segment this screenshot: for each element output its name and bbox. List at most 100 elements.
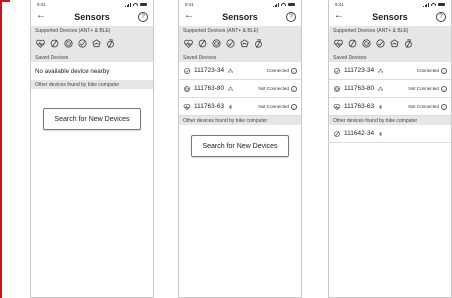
saved-devices-header: Saved Devices bbox=[31, 54, 153, 62]
other-devices-header: Other devices found by bike computer bbox=[31, 80, 153, 89]
page-title: Sensors bbox=[74, 12, 110, 22]
power-meter-icon bbox=[390, 39, 399, 48]
info-icon[interactable]: i bbox=[291, 67, 297, 74]
device-name: 111723-34 bbox=[344, 67, 375, 74]
smart-trainer-icon bbox=[107, 39, 114, 49]
supported-device-icons bbox=[31, 35, 153, 54]
heart-rate-icon bbox=[334, 39, 343, 48]
info-icon[interactable]: i bbox=[441, 103, 447, 110]
speed-cadence-sensor-icon bbox=[334, 67, 340, 74]
device-name: 111642-34 bbox=[344, 130, 375, 137]
connection-status: Connected bbox=[416, 68, 439, 73]
supported-devices-header: Supported Devices (ANT+ & BLE) bbox=[31, 26, 153, 35]
device-row[interactable]: 111642-34 bbox=[329, 125, 451, 143]
other-devices-header: Other devices found by bike computer bbox=[179, 116, 301, 125]
status-time: 9:41 bbox=[185, 2, 194, 7]
other-devices-header: Other devices found by bike computer bbox=[329, 116, 451, 125]
device-row[interactable]: 111723-34 Connected i bbox=[179, 62, 301, 80]
other-device-list: 111642-34 bbox=[329, 125, 451, 143]
nav-bar: ← Sensors ? bbox=[329, 9, 451, 25]
saved-device-list: 111723-34 Connected i 111763-80 Not Connecte… bbox=[329, 62, 451, 116]
heart-rate-icon bbox=[184, 39, 193, 48]
phone-screen-empty: 9:41 ← Sensors ? Supported Devices (ANT+… bbox=[30, 0, 154, 298]
connection-status: Not Connected bbox=[258, 104, 289, 109]
status-icons bbox=[125, 2, 147, 7]
bluetooth-icon bbox=[228, 104, 233, 109]
speed-sensor-icon bbox=[50, 39, 59, 48]
battery-icon bbox=[288, 2, 295, 7]
speed-cadence-sensor-icon bbox=[184, 67, 190, 74]
wifi-icon bbox=[431, 3, 436, 6]
heart-rate-icon bbox=[333, 103, 341, 110]
connection-status: Connected bbox=[266, 68, 289, 73]
signal-icon bbox=[273, 2, 279, 7]
speed-sensor-icon bbox=[334, 130, 340, 137]
device-row[interactable]: 111763-63 Not Connected i bbox=[179, 98, 301, 116]
info-icon[interactable]: i bbox=[441, 67, 447, 74]
supported-devices-header: Supported Devices (ANT+ & BLE) bbox=[329, 26, 451, 35]
phone-screen-saved: 9:41 ← Sensors ? Supported Devices (ANT+… bbox=[178, 0, 302, 298]
saved-devices-header: Saved Devices bbox=[179, 54, 301, 62]
status-time: 9:41 bbox=[335, 2, 344, 7]
battery-icon bbox=[438, 2, 445, 7]
speed-cadence-sensor-icon bbox=[78, 39, 87, 48]
cadence-sensor-icon bbox=[64, 39, 73, 48]
back-arrow-icon[interactable]: ← bbox=[334, 10, 344, 21]
search-new-devices-button[interactable]: Search for New Devices bbox=[191, 135, 289, 157]
device-row[interactable]: 111763-63 Not Connected i bbox=[329, 98, 451, 116]
no-device-message: No available device nearby bbox=[35, 67, 110, 75]
cadence-sensor-icon bbox=[334, 85, 340, 92]
ant-icon bbox=[228, 86, 234, 91]
heart-rate-icon bbox=[36, 39, 45, 48]
search-new-devices-button[interactable]: Search for New Devices bbox=[43, 108, 141, 130]
power-meter-icon bbox=[92, 39, 101, 48]
smart-trainer-icon bbox=[405, 39, 412, 49]
connection-status: Not Connected bbox=[258, 86, 289, 91]
power-meter-icon bbox=[240, 39, 249, 48]
device-name: 111723-34 bbox=[194, 67, 225, 74]
device-name: 111763-80 bbox=[344, 85, 375, 92]
back-arrow-icon[interactable]: ← bbox=[36, 10, 46, 21]
speed-sensor-icon bbox=[198, 39, 207, 48]
supported-device-icons bbox=[329, 35, 451, 54]
status-icons bbox=[423, 2, 445, 7]
device-name: 111763-80 bbox=[194, 85, 225, 92]
supported-devices-header: Supported Devices (ANT+ & BLE) bbox=[179, 26, 301, 35]
signal-icon bbox=[423, 2, 429, 7]
status-bar: 9:41 bbox=[31, 0, 153, 9]
signal-icon bbox=[125, 2, 131, 7]
status-time: 9:41 bbox=[37, 2, 46, 7]
wifi-icon bbox=[133, 3, 138, 6]
connection-status: Not Connected bbox=[408, 104, 439, 109]
status-bar: 9:41 bbox=[179, 0, 301, 9]
saved-devices-header: Saved Devices bbox=[329, 54, 451, 62]
nav-bar: ← Sensors ? bbox=[179, 9, 301, 25]
info-icon[interactable]: i bbox=[291, 85, 297, 92]
speed-cadence-sensor-icon bbox=[226, 39, 235, 48]
ant-icon bbox=[228, 68, 234, 73]
smart-trainer-icon bbox=[255, 39, 262, 49]
cadence-sensor-icon bbox=[212, 39, 221, 48]
info-icon[interactable]: i bbox=[291, 103, 297, 110]
help-icon[interactable]: ? bbox=[286, 12, 296, 22]
battery-icon bbox=[140, 2, 147, 7]
bluetooth-icon bbox=[378, 104, 383, 109]
speed-cadence-sensor-icon bbox=[376, 39, 385, 48]
heart-rate-icon bbox=[183, 103, 191, 110]
page-edge-marker bbox=[0, 0, 10, 298]
supported-device-icons bbox=[179, 35, 301, 54]
back-arrow-icon[interactable]: ← bbox=[184, 10, 194, 21]
device-row[interactable]: 111763-80 Not Connected i bbox=[329, 80, 451, 98]
help-icon[interactable]: ? bbox=[138, 12, 148, 22]
help-icon[interactable]: ? bbox=[436, 12, 446, 22]
device-name: 111763-63 bbox=[344, 103, 375, 110]
nav-bar: ← Sensors ? bbox=[31, 9, 153, 25]
info-icon[interactable]: i bbox=[441, 85, 447, 92]
device-name: 111763-63 bbox=[194, 103, 225, 110]
bluetooth-icon bbox=[378, 131, 383, 136]
cadence-sensor-icon bbox=[362, 39, 371, 48]
device-row[interactable]: 111763-80 Not Connected i bbox=[179, 80, 301, 98]
saved-device-list: 111723-34 Connected i 111763-80 Not Connecte… bbox=[179, 62, 301, 116]
page-title: Sensors bbox=[222, 12, 258, 22]
device-row[interactable]: 111723-34 Connected i bbox=[329, 62, 451, 80]
